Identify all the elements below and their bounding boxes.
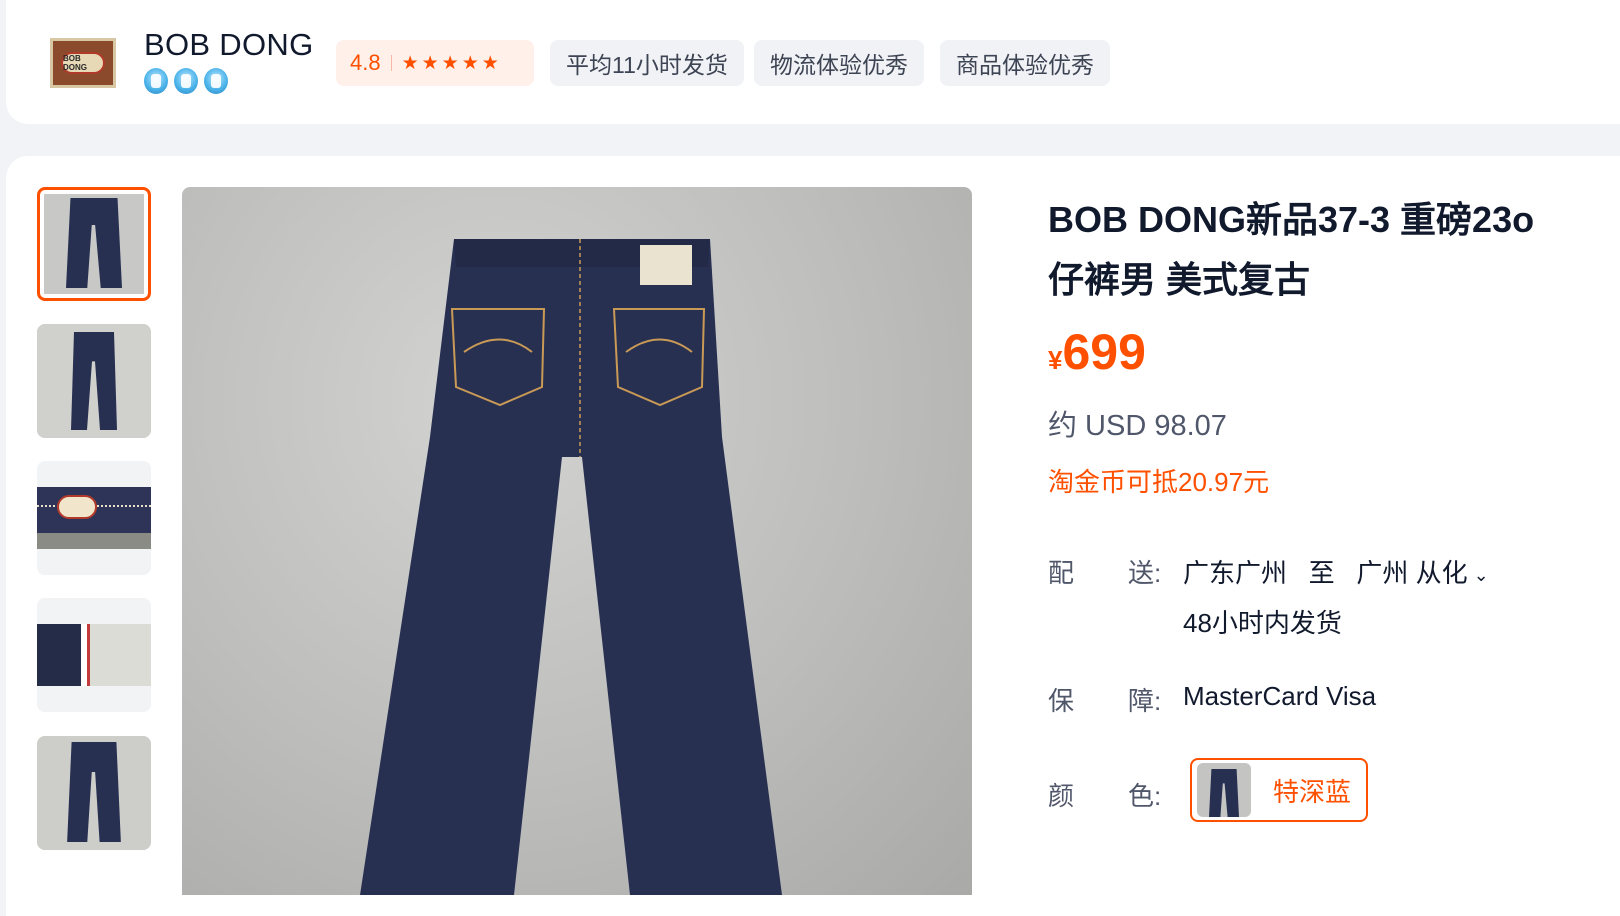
shop-logo[interactable]: BOB DONG — [50, 38, 116, 88]
color-option-selected[interactable]: 特深蓝 — [1190, 758, 1368, 822]
thumbnail-5[interactable] — [37, 736, 151, 850]
shop-logo-badge: BOB DONG — [61, 52, 105, 74]
thumbnail-2[interactable] — [37, 324, 151, 438]
thumbnail-image — [37, 598, 151, 712]
delivery-label-colon: 送: — [1128, 558, 1162, 588]
chevron-down-icon: ⌄ — [1473, 564, 1489, 585]
delivery-route-selector[interactable]: 广东广州 至 广州 从化 ⌄ — [1183, 553, 1489, 590]
thumbnail-image — [44, 194, 144, 294]
shop-tag-product-quality: 商品体验优秀 — [940, 40, 1110, 86]
delivery-label-char: 配 — [1048, 558, 1075, 588]
thumbnail-image — [37, 736, 151, 850]
product-title-line-1: BOB DONG新品37-3 重磅23o — [1048, 199, 1535, 240]
jeans-illustration — [360, 239, 782, 895]
product-title: BOB DONG新品37-3 重磅23o 仔裤男 美式复古 — [1048, 190, 1608, 310]
coin-deduction: 淘金币可抵20.97元 — [1048, 467, 1270, 497]
crown-icon — [144, 68, 168, 94]
product-price: ¥699 — [1048, 323, 1146, 381]
usd-price: 约 USD 98.07 — [1048, 410, 1227, 442]
crown-icon — [204, 68, 228, 94]
thumbnail-image — [37, 461, 151, 575]
delivery-route: 广东广州 至 广州 从化 — [1183, 558, 1468, 588]
rating-divider — [390, 55, 392, 71]
thumbnail-image — [37, 324, 151, 438]
color-option-label: 特深蓝 — [1273, 776, 1352, 807]
thumbnail-4[interactable] — [37, 598, 151, 712]
shop-level-crowns — [144, 68, 228, 94]
product-title-line-2: 仔裤男 美式复古 — [1048, 259, 1311, 300]
color-label-char: 颜 — [1048, 781, 1075, 811]
shop-tag-shipping-speed: 平均11小时发货 — [550, 40, 744, 86]
thumbnail-1[interactable] — [37, 187, 151, 301]
crown-icon — [174, 68, 198, 94]
shop-tag-logistics: 物流体验优秀 — [754, 40, 924, 86]
color-swatch-image — [1197, 763, 1251, 817]
shop-rating: 4.8 ★★★★★ — [336, 40, 534, 86]
thumbnail-3[interactable] — [37, 461, 151, 575]
price-value: 699 — [1062, 324, 1146, 380]
guarantee-label-colon: 障: — [1128, 686, 1162, 716]
currency-symbol: ¥ — [1048, 345, 1063, 375]
main-product-image[interactable] — [182, 187, 972, 895]
payment-guarantee: MasterCard Visa — [1183, 681, 1377, 711]
color-label-colon: 色: — [1128, 781, 1162, 811]
shop-header: BOB DONG BOB DONG 4.8 ★★★★★ 平均11小时发货 物流体… — [6, 0, 1620, 124]
rating-value: 4.8 — [350, 50, 381, 75]
star-rating-icon: ★★★★★ — [401, 52, 502, 74]
guarantee-label-char: 保 — [1048, 686, 1075, 716]
ship-time: 48小时内发货 — [1183, 608, 1342, 638]
shop-name[interactable]: BOB DONG — [144, 27, 313, 63]
